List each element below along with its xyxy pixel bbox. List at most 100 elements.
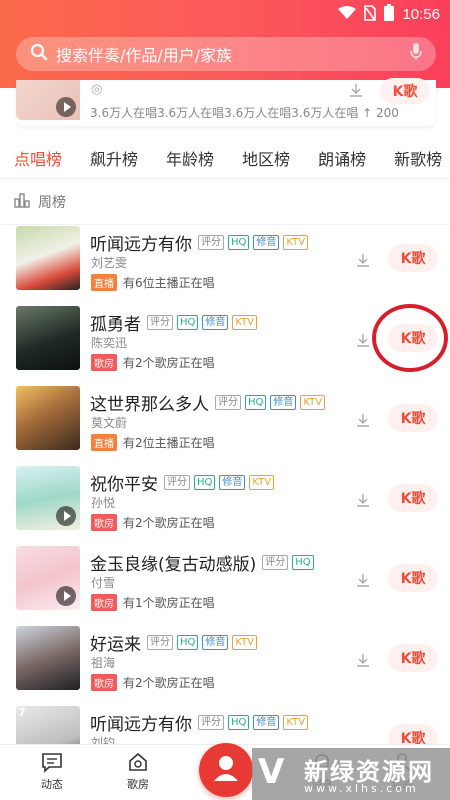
tag-score: 评分 [262,555,289,570]
tag-hq: HQ [177,315,199,330]
tag-tune: 修音 [270,395,297,410]
song-title: 这世界那么多人 [90,395,209,415]
k-song-button[interactable]: K歌 [388,404,438,432]
play-icon[interactable] [56,586,76,606]
search-placeholder: 搜索伴奏/作品/用户/家族 [56,46,233,65]
song-cover [16,466,80,530]
download-icon[interactable] [356,492,370,511]
song-cover [16,306,80,370]
status-time: 10:56 [402,6,440,23]
download-icon[interactable] [356,332,370,351]
nav-feed-label: 动态 [41,778,63,791]
k-song-button[interactable]: K歌 [380,78,430,104]
site-watermark: Ⅴ 新绿资源网 www.xlhs.com [252,748,450,800]
tab-age[interactable]: 年龄榜 [166,146,214,170]
tag-ktv: KTV [283,235,309,250]
search-input[interactable]: 搜索伴奏/作品/用户/家族 [16,37,436,71]
list-item[interactable]: 这世界那么多人 评分 HQ 修音 KTV 莫文蔚 直播 有2位主播正在唱 K歌 [0,384,450,464]
banner-count: ↑ 200 [362,106,399,120]
nav-feed[interactable]: 动态 [22,751,82,792]
watermark-url: www.xlhs.com [304,782,419,795]
tag-hq: HQ [228,235,250,250]
microphone-icon[interactable] [410,43,422,65]
tag-ktv: KTV [249,475,275,490]
room-badge: 歌房 [91,594,117,611]
tag-tune: 修音 [253,715,280,730]
list-item[interactable]: 好运来 评分 HQ 修音 KTV 祖海 歌房 有2个歌房正在唱 K歌 [0,624,450,704]
divider [0,178,450,179]
bar-chart-icon [14,192,30,212]
room-badge: 歌房 [91,514,117,531]
song-status: 有2个歌房正在唱 [123,676,215,690]
song-title: 好运来 [90,635,141,655]
tab-hot[interactable]: 点唱榜 [14,146,62,170]
tab-region[interactable]: 地区榜 [242,146,290,170]
song-status: 有2个歌房正在唱 [123,356,215,370]
k-song-button[interactable]: K歌 [388,484,438,512]
header-bar: 10:56 搜索伴奏/作品/用户/家族 [0,0,450,88]
search-icon [30,43,48,65]
song-status: 有1个歌房正在唱 [123,596,215,610]
song-artist: 孙悦 [91,496,116,510]
battery-icon [384,4,395,25]
song-status: 有2位主播正在唱 [123,436,215,450]
rank-number: 7 [18,706,26,719]
download-icon[interactable] [356,572,370,591]
tag-ktv: KTV [232,315,258,330]
k-song-button[interactable]: K歌 [388,244,438,272]
song-status: 有2个歌房正在唱 [123,516,215,530]
list-item[interactable]: 祝你平安 评分 HQ 修音 KTV 孙悦 歌房 有2个歌房正在唱 K歌 [0,464,450,544]
list-item[interactable]: 听闻远方有你 评分 HQ 修音 KTV 刘艺雯 直播 有6位主播正在唱 K歌 [0,224,450,304]
song-title: 听闻远方有你 [90,715,192,735]
k-song-button[interactable]: K歌 [388,564,438,592]
record-button[interactable] [199,743,253,797]
list-item[interactable]: 金玉良缘(复古动感版) 评分 HQ 付雪 歌房 有1个歌房正在唱 K歌 [0,544,450,624]
tab-new-songs[interactable]: 新歌榜 [394,146,442,170]
globe-icon: ◎ [91,82,103,97]
banner-meta: 3.6万人在唱3.6万人在唱3.6万人在唱3.6万人在唱 ↑ 200 [90,106,399,120]
download-icon[interactable] [356,412,370,431]
tab-recitation[interactable]: 朗诵榜 [318,146,366,170]
banner-song-card[interactable]: ◎ 3.6万人在唱3.6万人在唱3.6万人在唱3.6万人在唱 ↑ 200 K歌 [16,78,436,126]
tag-hq: HQ [177,635,199,650]
song-title: 孤勇者 [90,315,141,335]
tag-tune: 修音 [219,475,246,490]
room-badge: 歌房 [91,674,117,691]
live-badge: 直播 [91,434,117,451]
period-selector[interactable]: 周榜 [14,192,66,212]
room-badge: 歌房 [91,354,117,371]
wifi-icon [338,5,357,24]
song-cover [16,626,80,690]
tag-score: 评分 [198,235,224,250]
song-artist: 莫文蔚 [91,416,128,430]
download-icon[interactable] [356,252,370,271]
tag-tune: 修音 [202,315,229,330]
tag-ktv: KTV [300,395,326,410]
message-square-icon [41,751,63,776]
download-icon[interactable] [356,652,370,671]
song-title: 金玉良缘(复古动感版) [90,555,257,575]
tag-score: 评分 [215,395,241,410]
no-sim-icon [364,4,377,25]
tag-hq: HQ [245,395,267,410]
nav-room[interactable]: 歌房 [108,751,168,792]
house-icon [127,751,149,776]
song-title: 祝你平安 [90,475,158,495]
song-artist: 刘艺雯 [91,256,128,270]
tag-score: 评分 [198,715,224,730]
live-badge: 直播 [91,274,117,291]
period-label: 周榜 [38,195,66,211]
k-song-button[interactable]: K歌 [388,644,438,672]
tag-hq: HQ [194,475,216,490]
tag-score: 评分 [147,315,173,330]
tab-rising[interactable]: 飙升榜 [90,146,138,170]
tag-hq: HQ [228,715,250,730]
play-icon[interactable] [56,97,76,117]
user-sing-icon [211,753,241,787]
song-artist: 付雪 [91,576,116,590]
tag-ktv: KTV [232,635,258,650]
tag-hq: HQ [292,555,314,570]
download-icon[interactable] [349,82,363,101]
play-icon[interactable] [56,506,76,526]
chart-tabs: 点唱榜 飙升榜 年龄榜 地区榜 朗诵榜 新歌榜 [0,138,450,178]
